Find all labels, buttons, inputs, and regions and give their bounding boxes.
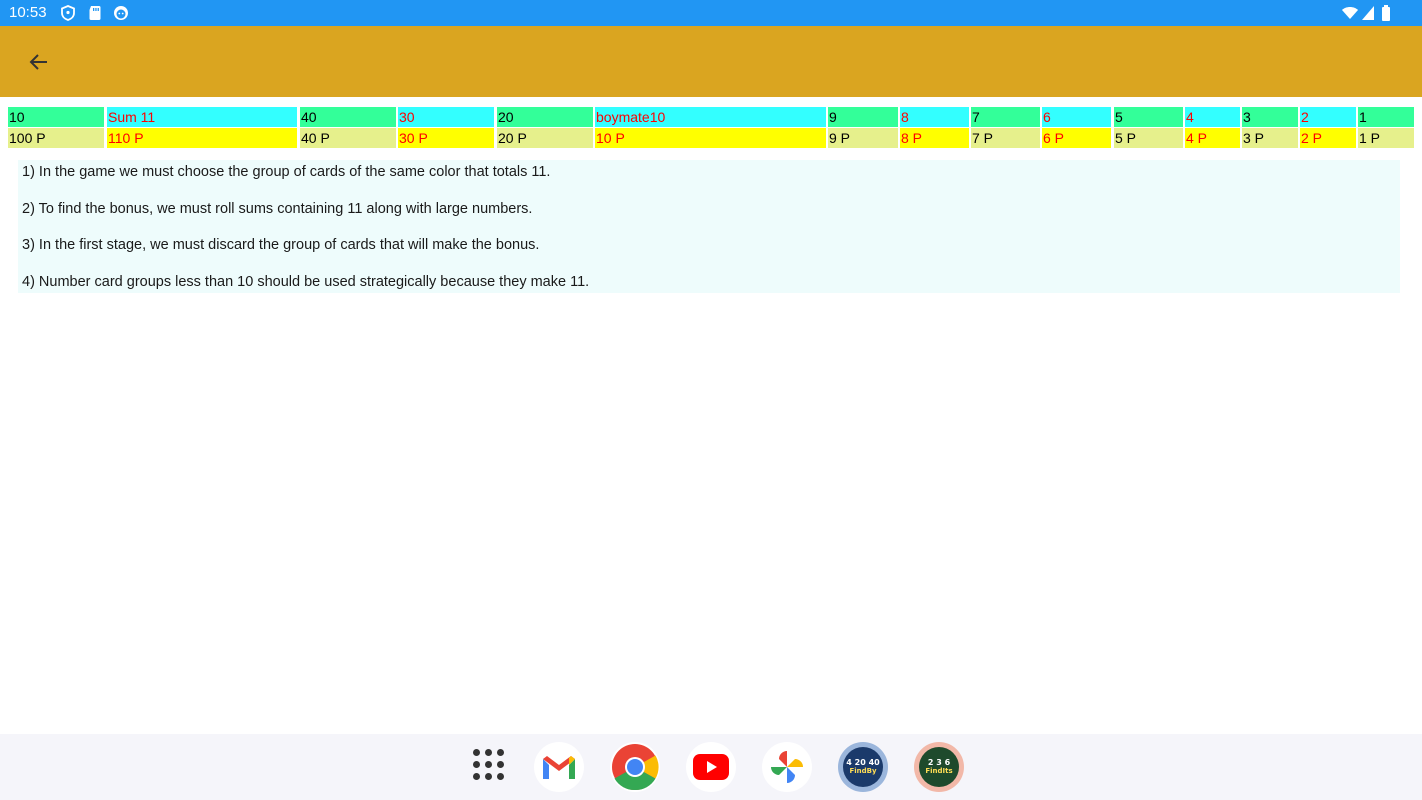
score-column: 5 5 P <box>1114 107 1183 149</box>
score-points: 4 P <box>1185 128 1240 148</box>
score-header: 4 <box>1185 107 1240 127</box>
score-header: 7 <box>971 107 1040 127</box>
apps-grid-icon[interactable] <box>473 749 505 781</box>
back-button[interactable] <box>22 45 56 79</box>
score-header: boymate10 <box>595 107 826 127</box>
score-column: 40 40 P <box>300 107 396 149</box>
score-points: 1 P <box>1358 128 1414 148</box>
face-icon <box>114 6 128 20</box>
score-header: 3 <box>1242 107 1298 127</box>
score-column: 6 6 P <box>1042 107 1111 149</box>
score-column: 1 1 P <box>1358 107 1414 149</box>
score-header: 40 <box>300 107 396 127</box>
score-points: 30 P <box>398 128 494 148</box>
findits-name: FindIts <box>925 767 953 775</box>
shield-icon <box>61 5 75 21</box>
score-points: 6 P <box>1042 128 1111 148</box>
score-header: 10 <box>8 107 104 127</box>
app-bar <box>0 26 1422 97</box>
score-header: 5 <box>1114 107 1183 127</box>
photos-icon[interactable] <box>762 742 812 792</box>
score-points: 7 P <box>971 128 1040 148</box>
status-bar: 10:53 <box>0 0 1422 26</box>
score-header: Sum 11 <box>107 107 297 127</box>
status-time: 10:53 <box>9 4 47 21</box>
score-header: 30 <box>398 107 494 127</box>
gmail-icon[interactable] <box>534 742 584 792</box>
score-column: 9 9 P <box>828 107 898 149</box>
findits-game-icon[interactable]: 2 3 6 FindIts <box>914 742 964 792</box>
score-column: boymate10 10 P <box>595 107 826 149</box>
score-header: 20 <box>497 107 593 127</box>
score-column: 30 30 P <box>398 107 494 149</box>
score-column: 8 8 P <box>900 107 969 149</box>
findby-game-icon[interactable]: 4 20 40 FindBy <box>838 742 888 792</box>
chrome-icon[interactable] <box>610 742 660 792</box>
rule-text: 3) In the first stage, we must discard t… <box>22 237 540 253</box>
score-points: 110 P <box>107 128 297 148</box>
findby-numbers: 4 20 40 <box>846 758 880 767</box>
score-points: 40 P <box>300 128 396 148</box>
score-header: 9 <box>828 107 898 127</box>
battery-icon <box>1382 5 1390 21</box>
signal-icon <box>1362 6 1374 20</box>
score-points: 8 P <box>900 128 969 148</box>
score-points: 100 P <box>8 128 104 148</box>
findits-numbers: 2 3 6 <box>927 758 951 767</box>
sd-card-icon <box>89 6 101 20</box>
taskbar: 4 20 40 FindBy 2 3 6 FindIts <box>0 734 1422 800</box>
score-header: 2 <box>1300 107 1356 127</box>
score-points: 5 P <box>1114 128 1183 148</box>
wifi-icon <box>1342 7 1358 19</box>
rule-text: 1) In the game we must choose the group … <box>22 164 551 180</box>
score-header: 6 <box>1042 107 1111 127</box>
score-column: Sum 11 110 P <box>107 107 297 149</box>
score-points: 9 P <box>828 128 898 148</box>
score-header: 1 <box>1358 107 1414 127</box>
score-points: 3 P <box>1242 128 1298 148</box>
score-column: 2 2 P <box>1300 107 1356 149</box>
score-header: 8 <box>900 107 969 127</box>
score-column: 20 20 P <box>497 107 593 149</box>
youtube-icon[interactable] <box>686 742 736 792</box>
rule-text: 4) Number card groups less than 10 shoul… <box>22 274 590 290</box>
arrow-left-icon <box>29 54 47 70</box>
rule-text: 2) To find the bonus, we must roll sums … <box>22 201 533 217</box>
score-table: 10 100 P Sum 11 110 P 40 40 P 30 30 P 20… <box>8 107 1414 149</box>
score-column: 3 3 P <box>1242 107 1298 149</box>
findby-name: FindBy <box>849 767 877 775</box>
rules-panel: 1) In the game we must choose the group … <box>18 160 1400 293</box>
score-column: 7 7 P <box>971 107 1040 149</box>
score-points: 10 P <box>595 128 826 148</box>
score-points: 20 P <box>497 128 593 148</box>
score-column: 4 4 P <box>1185 107 1240 149</box>
score-column: 10 100 P <box>8 107 104 149</box>
score-points: 2 P <box>1300 128 1356 148</box>
